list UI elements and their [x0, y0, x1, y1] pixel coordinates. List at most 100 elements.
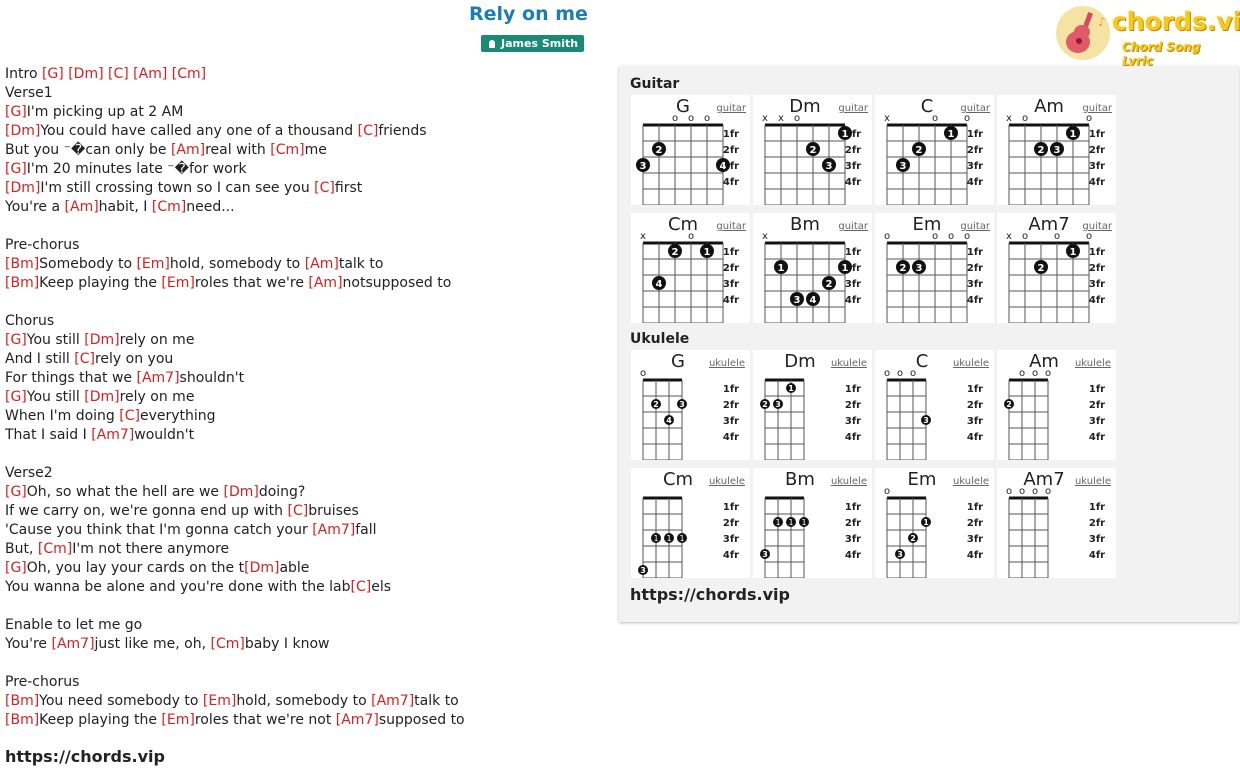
- chord-label[interactable]: [G]: [5, 161, 27, 177]
- ukulele-link[interactable]: ukulele: [1075, 358, 1111, 369]
- chord-label[interactable]: [Dm]: [84, 389, 119, 405]
- chord-diagram-c[interactable]: Cukulele o o o 1fr 2fr 3fr 4fr 3: [875, 350, 994, 460]
- ukulele-link[interactable]: ukulele: [953, 358, 989, 369]
- ukulele-link[interactable]: ukulele: [1075, 476, 1111, 487]
- open-marker: o: [688, 231, 694, 242]
- chord-diagram-cm[interactable]: Cm guitar x o 1fr 2fr 3fr 4fr 2 1 4: [631, 213, 750, 323]
- finger-number: 4: [656, 279, 663, 290]
- chord-diagram-em[interactable]: Em ukulele o 1fr 2fr 3fr 4fr 1 2 3: [875, 468, 994, 578]
- chord-label[interactable]: [C]: [358, 123, 379, 139]
- chord-label[interactable]: [C]: [314, 180, 335, 196]
- fret-label: 1fr: [723, 502, 739, 513]
- fret-label: 4fr: [845, 432, 861, 443]
- chord-label[interactable]: [Em]: [203, 693, 236, 709]
- lyric-line: For things that we [Am7]shouldn't: [5, 369, 465, 388]
- guitar-link[interactable]: guitar: [838, 103, 869, 114]
- lyric-line: You're [Am7]just like me, oh, [Cm]baby I…: [5, 635, 465, 654]
- chord-label[interactable]: [G]: [5, 560, 27, 576]
- guitar-link[interactable]: guitar: [716, 103, 747, 114]
- chord-diagram-c[interactable]: Cguitar x o o 1fr 2fr 3fr 4fr 1 2 3: [875, 95, 994, 205]
- site-url[interactable]: https://chords.vip: [5, 747, 165, 766]
- chord-diagram-am7[interactable]: Am7 ukulele o o o o 1fr 2fr 3fr 4fr: [997, 468, 1116, 578]
- chord-label[interactable]: [Am7]: [52, 636, 95, 652]
- artist-badge[interactable]: James Smith: [481, 35, 585, 52]
- chord-label[interactable]: [Cm]: [38, 541, 72, 557]
- chord-label[interactable]: [C]: [351, 579, 372, 595]
- open-marker: o: [1086, 113, 1092, 124]
- chord-label[interactable]: [Dm]: [5, 180, 40, 196]
- chord-label[interactable]: [Cm]: [152, 199, 186, 215]
- chord-label[interactable]: [C]: [108, 66, 129, 82]
- lyric-text: Oh, you lay your cards on the t: [26, 560, 245, 576]
- chord-label[interactable]: [C]: [119, 408, 140, 424]
- lyric-text: Enable to let me go: [5, 617, 143, 633]
- chord-label[interactable]: [Am7]: [312, 522, 355, 538]
- chord-diagram-dm[interactable]: Dm guitar x x o 1fr 2fr 3fr 4fr 1 2 3: [753, 95, 872, 205]
- finger-number: 1: [948, 129, 955, 140]
- chord-diagram-am7[interactable]: Am7 guitar x o o o 1fr 2fr 3fr 4fr 1 2: [997, 213, 1116, 323]
- ukulele-link[interactable]: ukulele: [831, 358, 867, 369]
- chord-label[interactable]: [Am]: [65, 199, 99, 215]
- lyric-text: doing?: [258, 484, 306, 500]
- open-marker: o: [794, 113, 800, 124]
- chord-label[interactable]: [Am]: [133, 66, 167, 82]
- lyric-text: Intro: [5, 66, 42, 82]
- chord-label[interactable]: [Am]: [308, 275, 342, 291]
- chord-diagram-dm[interactable]: Dm ukulele 1fr 2fr 3fr 4fr 1 2 3: [753, 350, 872, 460]
- chord-label[interactable]: [G]: [5, 484, 27, 500]
- chord-label[interactable]: [Dm]: [5, 123, 40, 139]
- chord-label[interactable]: [Dm]: [223, 484, 258, 500]
- panel-url[interactable]: https://chords.vip: [630, 585, 790, 604]
- chord-label[interactable]: [C]: [287, 503, 308, 519]
- chord-label[interactable]: [Bm]: [5, 256, 39, 272]
- guitar-link[interactable]: guitar: [716, 221, 747, 232]
- chord-label[interactable]: [Em]: [161, 712, 194, 728]
- logo-subtitle: Chord Song Lyric: [1122, 40, 1201, 68]
- chord-diagram-bm[interactable]: Bm guitar x 1fr 2fr 3fr 4fr 1 1 2 3 4: [753, 213, 872, 323]
- chord-diagram-am[interactable]: Am ukulele o o o 1fr 2fr 3fr 4fr 2: [997, 350, 1116, 460]
- chord-label[interactable]: [Dm]: [84, 332, 119, 348]
- fret-label: 1fr: [723, 129, 739, 140]
- logo-text: chords.vip: [1112, 7, 1240, 36]
- chord-diagram-bm[interactable]: Bm ukulele 1fr 2fr 3fr 4fr 1 1 1 3: [753, 468, 872, 578]
- chord-label[interactable]: [Bm]: [5, 693, 39, 709]
- ukulele-link[interactable]: ukulele: [709, 358, 745, 369]
- chord-label[interactable]: [G]: [42, 66, 64, 82]
- chord-panel: Guitar Ukulele Gguitar o o o 1fr 2fr 3fr 4fr 2 3 4…: [619, 66, 1239, 622]
- chord-label[interactable]: [G]: [5, 332, 27, 348]
- chord-label[interactable]: [Bm]: [5, 275, 39, 291]
- chord-label[interactable]: [Am7]: [336, 712, 379, 728]
- site-logo[interactable]: ♪ chords.vip Chord Song Lyric: [1052, 4, 1240, 68]
- chord-label[interactable]: [Am7]: [136, 370, 179, 386]
- guitar-link[interactable]: guitar: [838, 221, 869, 232]
- chord-label[interactable]: [Cm]: [270, 142, 304, 158]
- chord-label[interactable]: [Em]: [161, 275, 194, 291]
- lyric-text: I'm still crossing town so I can see you: [40, 180, 315, 196]
- chord-diagram-g[interactable]: Gguitar o o o 1fr 2fr 3fr 4fr 2 3 4: [631, 95, 750, 205]
- chord-diagram-g[interactable]: Gukulele o 1fr 2fr 3fr 4fr 2 3 4: [631, 350, 750, 460]
- chord-label[interactable]: [Bm]: [5, 712, 39, 728]
- ukulele-link[interactable]: ukulele: [831, 476, 867, 487]
- chord-label[interactable]: [C]: [74, 351, 95, 367]
- chord-label[interactable]: [Dm]: [68, 66, 103, 82]
- chord-label[interactable]: [Dm]: [244, 560, 279, 576]
- chord-label[interactable]: [Am]: [305, 256, 339, 272]
- finger-number: 3: [923, 416, 929, 425]
- chord-label[interactable]: [G]: [5, 389, 27, 405]
- chord-label[interactable]: [Am7]: [371, 693, 414, 709]
- ukulele-link[interactable]: ukulele: [709, 476, 745, 487]
- chord-diagram-cm[interactable]: Cm ukulele 1fr 2fr 3fr 4fr 1 1 1 3: [631, 468, 750, 578]
- chord-label[interactable]: [Em]: [136, 256, 169, 272]
- ukulele-link[interactable]: ukulele: [953, 476, 989, 487]
- lyric-text: supposed to: [378, 712, 465, 728]
- chord-label[interactable]: [G]: [5, 104, 27, 120]
- chord-diagram-am[interactable]: Am guitar x o o 1fr 2fr 3fr 4fr 1 2 3: [997, 95, 1116, 205]
- finger-number: 3: [775, 400, 781, 409]
- chord-label[interactable]: [Cm]: [210, 636, 244, 652]
- finger-number: 2: [810, 145, 817, 156]
- chord-label[interactable]: [Am7]: [91, 427, 134, 443]
- chord-diagram-em[interactable]: Em guitar o o o o 1fr 2fr 3fr 4fr 2 3: [875, 213, 994, 323]
- chord-label[interactable]: [Cm]: [172, 66, 206, 82]
- chord-label[interactable]: [Am]: [171, 142, 205, 158]
- lyric-text: notsupposed to: [342, 275, 452, 291]
